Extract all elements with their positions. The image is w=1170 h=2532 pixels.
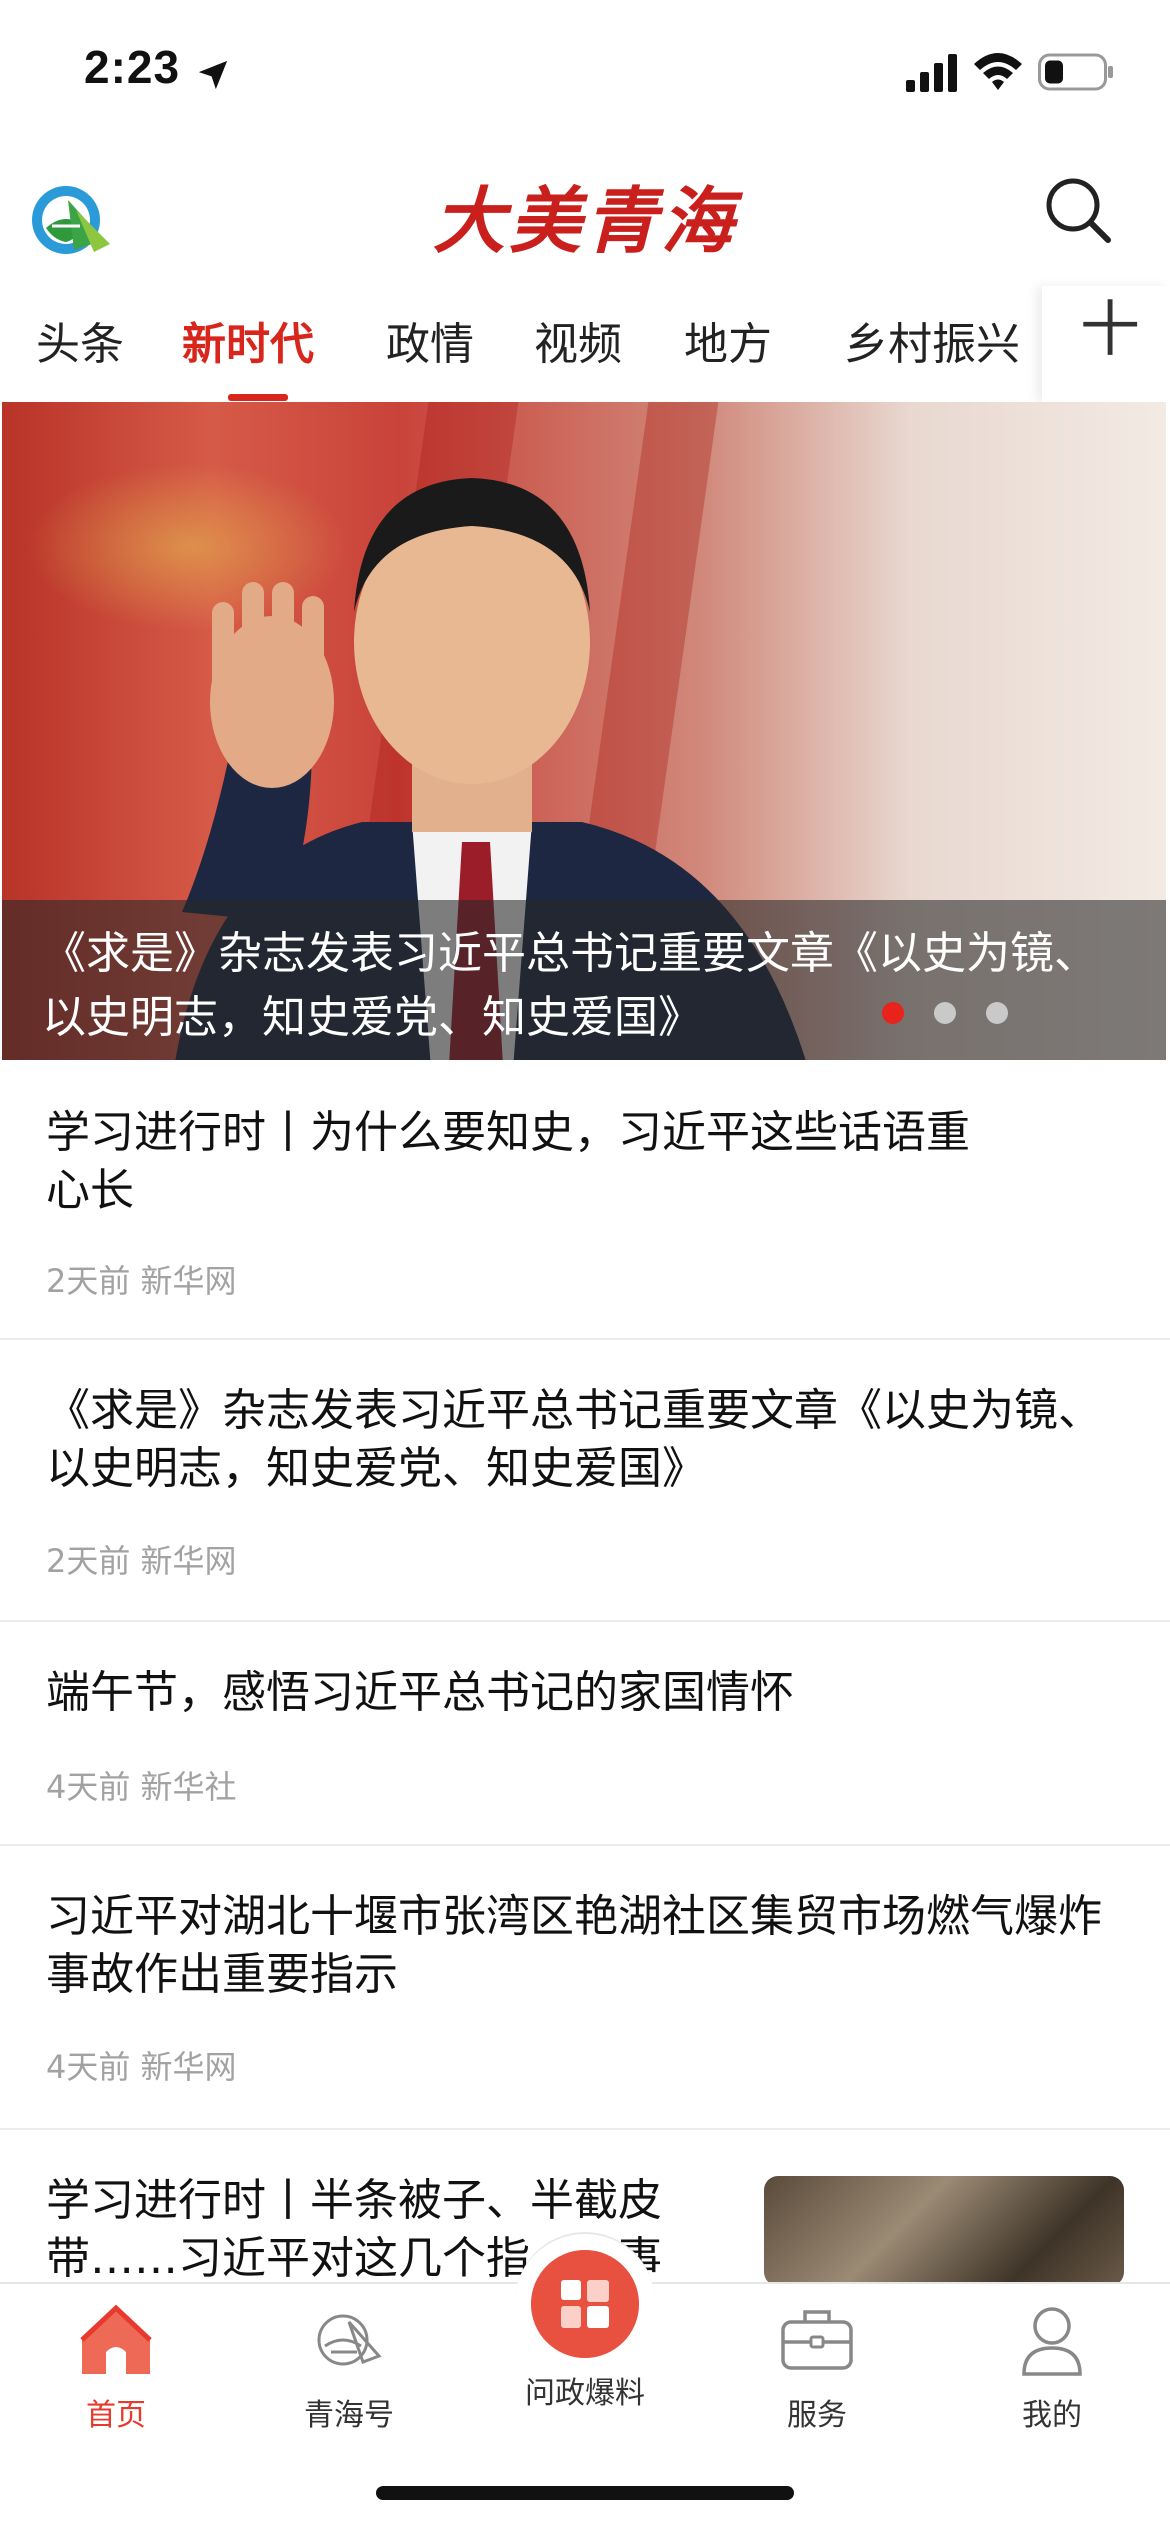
news-source: 新华网: [140, 2048, 237, 2086]
cellular-signal-icon: [906, 54, 957, 92]
news-meta: 4天前 新华网: [46, 2042, 237, 2088]
nav-home[interactable]: 首页: [16, 2300, 216, 2434]
news-thumbnail[interactable]: [764, 2176, 1124, 2286]
status-time: 2:23: [84, 41, 181, 93]
wifi-icon: [974, 53, 1022, 90]
nav-services[interactable]: 服务: [717, 2300, 917, 2434]
news-item[interactable]: 学习进行时丨为什么要知史，习近平这些话语重心长 2天前 新华网: [0, 1060, 1170, 1340]
news-meta: 2天前 新华网: [46, 1256, 237, 1302]
news-time: 4天前: [46, 2048, 131, 2086]
brand-title: 大美青海: [432, 178, 737, 263]
nav-me-label: 我的: [1022, 2398, 1082, 2433]
nav-qinghai-account[interactable]: 青海号: [249, 2300, 449, 2434]
news-title: 端午节，感悟习近平总书记的家国情怀: [46, 1667, 794, 1718]
hero-title[interactable]: 《求是》杂志发表习近平总书记重要文章《以史为镜、以史明志，知史爱党、知史爱国》: [42, 922, 1132, 1050]
news-item[interactable]: 《求是》杂志发表习近平总书记重要文章《以史为镜、以史明志，知史爱党、知史爱国》 …: [0, 1340, 1170, 1622]
news-item[interactable]: 端午节，感悟习近平总书记的家国情怀 4天前 新华社: [0, 1622, 1170, 1846]
status-bar: 2:23: [0, 0, 1170, 150]
news-time: 2天前: [46, 1542, 131, 1580]
report-grid-icon[interactable]: [531, 2250, 639, 2358]
home-indicator: [376, 2486, 794, 2500]
search-icon[interactable]: [1040, 172, 1116, 248]
news-title: 学习进行时丨为什么要知史，习近平这些话语重心长: [46, 1107, 970, 1216]
news-meta: 4天前 新华社: [46, 1762, 237, 1808]
carousel-dot-active[interactable]: [882, 1002, 904, 1024]
hero-caption: 《求是》杂志发表习近平总书记重要文章《以史为镜、以史明志，知史爱党、知史爱国》: [2, 900, 1166, 1060]
user-icon: [1022, 2307, 1082, 2376]
news-item[interactable]: 习近平对湖北十堰市张湾区艳湖社区集贸市场燃气爆炸事故作出重要指示 4天前 新华网: [0, 1846, 1170, 2130]
nav-home-label: 首页: [86, 2398, 146, 2433]
news-source: 新华网: [140, 1262, 237, 1300]
battery-icon: [1038, 53, 1113, 91]
qinghai-account-icon: [317, 2314, 382, 2366]
nav-services-label: 服务: [787, 2398, 847, 2433]
tab-new-era[interactable]: 新时代: [182, 308, 314, 372]
nav-report[interactable]: 问政爆料: [485, 2358, 685, 2412]
news-title: 《求是》杂志发表习近平总书记重要文章《以史为镜、以史明志，知史爱党、知史爱国》: [46, 1385, 1102, 1494]
news-source: 新华网: [140, 1542, 237, 1580]
carousel-dot[interactable]: [934, 1002, 956, 1024]
app-header: 大美青海: [0, 150, 1170, 280]
hero-carousel[interactable]: 《求是》杂志发表习近平总书记重要文章《以史为镜、以史明志，知史爱党、知史爱国》: [2, 402, 1166, 1060]
news-time: 2天前: [46, 1262, 131, 1300]
tab-rural-revitalization[interactable]: 乡村振兴: [844, 308, 1020, 372]
tab-local[interactable]: 地方: [684, 308, 772, 372]
tab-headline[interactable]: 头条: [36, 308, 124, 372]
tab-politics[interactable]: 政情: [386, 308, 474, 372]
news-source: 新华社: [140, 1768, 237, 1806]
add-channel-button[interactable]: 十: [1080, 300, 1140, 360]
nav-me[interactable]: 我的: [952, 2300, 1152, 2434]
news-time: 4天前: [46, 1768, 131, 1806]
channel-tabs: 头条 新时代 政情 视频 地方 乡村振兴 十: [0, 286, 1170, 402]
nav-qinghai-account-label: 青海号: [304, 2398, 394, 2433]
news-meta: 2天前 新华网: [46, 1536, 237, 1582]
carousel-dot[interactable]: [986, 1002, 1008, 1024]
nav-report-label: 问政爆料: [525, 2376, 645, 2411]
active-tab-indicator: [228, 394, 288, 401]
tab-video[interactable]: 视频: [534, 308, 622, 372]
home-icon: [80, 2304, 152, 2374]
location-arrow-icon: [198, 60, 228, 90]
briefcase-icon: [781, 2310, 853, 2370]
news-title: 习近平对湖北十堰市张湾区艳湖社区集贸市场燃气爆炸事故作出重要指示: [46, 1891, 1102, 2000]
